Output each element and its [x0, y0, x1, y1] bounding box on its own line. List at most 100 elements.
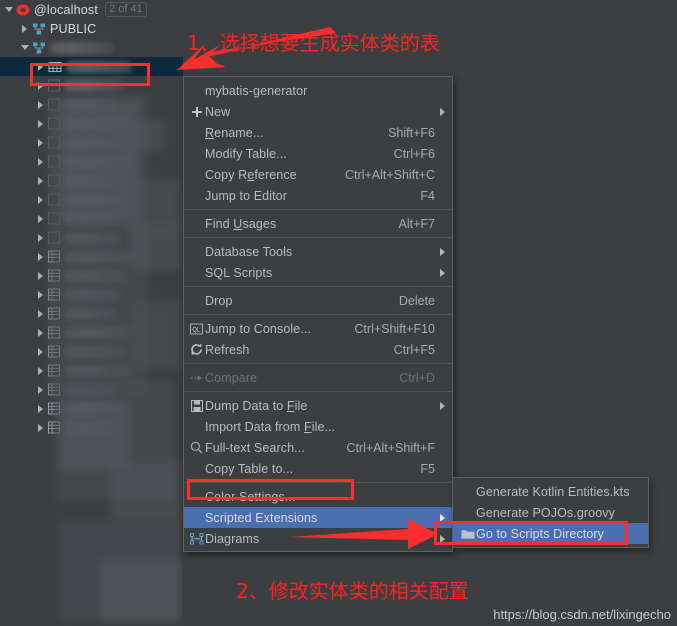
menu-item-shortcut: Ctrl+F6 [393, 146, 435, 161]
menu-separator [184, 237, 452, 238]
menu-item-copy-reference[interactable]: Copy Reference Ctrl+Alt+Shift+C [184, 164, 452, 185]
menu-separator [184, 363, 452, 364]
menu-item-shortcut: Shift+F6 [388, 125, 435, 140]
menu-item-label: Find Usages [205, 216, 277, 231]
menu-item-jump-to-console[interactable]: QL Jump to Console... Ctrl+Shift+F10 [184, 318, 452, 339]
menu-item-label: Jump to Console... [205, 321, 312, 336]
menu-item-label: SQL Scripts [205, 265, 273, 280]
menu-item-import-data-from-file[interactable]: Import Data from File... [184, 416, 452, 437]
submenu-item-generate-kotlin-entities-kts[interactable]: Generate Kotlin Entities.kts [453, 481, 648, 502]
menu-item-spacer [435, 437, 445, 458]
no-icon [459, 481, 476, 502]
save-icon [188, 395, 205, 416]
submenu-chevron-icon [435, 395, 445, 416]
menu-item-label: New [205, 104, 231, 119]
no-icon [188, 262, 205, 283]
menu-item-label: Compare [205, 370, 258, 385]
menu-item-label: Modify Table... [205, 146, 287, 161]
menu-item-refresh[interactable]: Refresh Ctrl+F5 [184, 339, 452, 360]
menu-item-shortcut: F4 [420, 188, 435, 203]
no-icon [188, 80, 205, 101]
menu-item-label: Dump Data to File [205, 398, 308, 413]
menu-item-shortcut: F5 [420, 461, 435, 476]
menu-item-spacer [435, 290, 445, 311]
scripted-extensions-submenu[interactable]: Generate Kotlin Entities.kts Generate POJ… [452, 477, 649, 548]
menu-item-label: Full-text Search... [205, 440, 305, 455]
no-icon [188, 458, 205, 479]
watermark-url: https://blog.csdn.net/lixingecho [493, 607, 671, 622]
menu-item-shortcut: Ctrl+Alt+Shift+C [345, 167, 435, 182]
menu-separator [184, 391, 452, 392]
no-icon [188, 164, 205, 185]
annotation-step-1: 1、选择想要生成实体类的表 [187, 31, 440, 55]
context-menu[interactable]: mybatis-generator New Rename... Shift+F6 Mod… [183, 76, 453, 552]
no-icon [188, 213, 205, 234]
menu-item-modify-table[interactable]: Modify Table... Ctrl+F6 [184, 143, 452, 164]
menu-item-shortcut: Ctrl+D [399, 370, 435, 385]
submenu-item-generate-pojos-groovy[interactable]: Generate POJOs.groovy [453, 502, 648, 523]
menu-item-spacer [435, 367, 445, 388]
menu-item-jump-to-editor[interactable]: Jump to Editor F4 [184, 185, 452, 206]
submenu-item-label: Generate Kotlin Entities.kts [476, 484, 630, 499]
diagram-icon [188, 528, 205, 549]
menu-item-sql-scripts[interactable]: SQL Scripts [184, 262, 452, 283]
menu-item-spacer [435, 80, 445, 101]
menu-item-spacer [435, 185, 445, 206]
menu-item-label: Copy Table to... [205, 461, 294, 476]
menu-item-spacer [435, 486, 445, 507]
svg-text:QL: QL [192, 327, 201, 333]
menu-item-shortcut: Ctrl+Alt+Shift+F [346, 440, 435, 455]
menu-item-diagrams[interactable]: Diagrams [184, 528, 452, 549]
menu-item-dump-data-to-file[interactable]: Dump Data to File [184, 395, 452, 416]
menu-item-compare: Compare Ctrl+D [184, 367, 452, 388]
menu-item-color-settings[interactable]: Color Settings... [184, 486, 452, 507]
menu-item-mybatis-generator[interactable]: mybatis-generator [184, 80, 452, 101]
menu-item-copy-table-to[interactable]: Copy Table to... F5 [184, 458, 452, 479]
annotation-step-2: 2、修改实体类的相关配置 [236, 579, 469, 603]
no-icon [459, 502, 476, 523]
menu-item-scripted-extensions[interactable]: Scripted Extensions [184, 507, 452, 528]
no-icon [188, 486, 205, 507]
no-icon [188, 185, 205, 206]
plus-icon [188, 101, 205, 122]
menu-item-drop[interactable]: Drop Delete [184, 290, 452, 311]
console-icon: QL [188, 318, 205, 339]
menu-item-label: mybatis-generator [205, 83, 308, 98]
submenu-chevron-icon [435, 528, 445, 549]
no-icon [188, 241, 205, 262]
menu-item-label: Color Settings... [205, 489, 296, 504]
menu-item-shortcut: Alt+F7 [398, 216, 435, 231]
menu-item-label: Jump to Editor [205, 188, 287, 203]
menu-item-spacer [435, 143, 445, 164]
menu-item-spacer [435, 213, 445, 234]
menu-item-new[interactable]: New [184, 101, 452, 122]
menu-item-spacer [435, 339, 445, 360]
no-icon [188, 143, 205, 164]
menu-item-shortcut: Delete [398, 293, 435, 308]
menu-item-spacer [435, 122, 445, 143]
submenu-chevron-icon [435, 241, 445, 262]
censor-blur-overlay [0, 0, 183, 626]
submenu-chevron-icon [435, 101, 445, 122]
submenu-chevron-icon [435, 262, 445, 283]
menu-item-spacer [435, 458, 445, 479]
menu-item-rename[interactable]: Rename... Shift+F6 [184, 122, 452, 143]
menu-item-shortcut: Ctrl+F5 [393, 342, 435, 357]
menu-item-find-usages[interactable]: Find Usages Alt+F7 [184, 213, 452, 234]
submenu-item-label: Go to Scripts Directory [476, 526, 605, 541]
submenu-item-go-to-scripts-directory[interactable]: Go to Scripts Directory [453, 523, 648, 544]
menu-item-label: Refresh [205, 342, 250, 357]
no-icon [188, 290, 205, 311]
menu-item-label: Drop [205, 293, 233, 308]
menu-item-label: Scripted Extensions [205, 510, 318, 525]
no-icon [188, 122, 205, 143]
menu-separator [184, 209, 452, 210]
no-icon [188, 507, 205, 528]
menu-item-label: Import Data from File... [205, 419, 336, 434]
menu-separator [184, 482, 452, 483]
refresh-icon [188, 339, 205, 360]
menu-item-spacer [435, 318, 445, 339]
menu-item-full-text-search[interactable]: Full-text Search... Ctrl+Alt+Shift+F [184, 437, 452, 458]
menu-separator [184, 314, 452, 315]
menu-item-database-tools[interactable]: Database Tools [184, 241, 452, 262]
